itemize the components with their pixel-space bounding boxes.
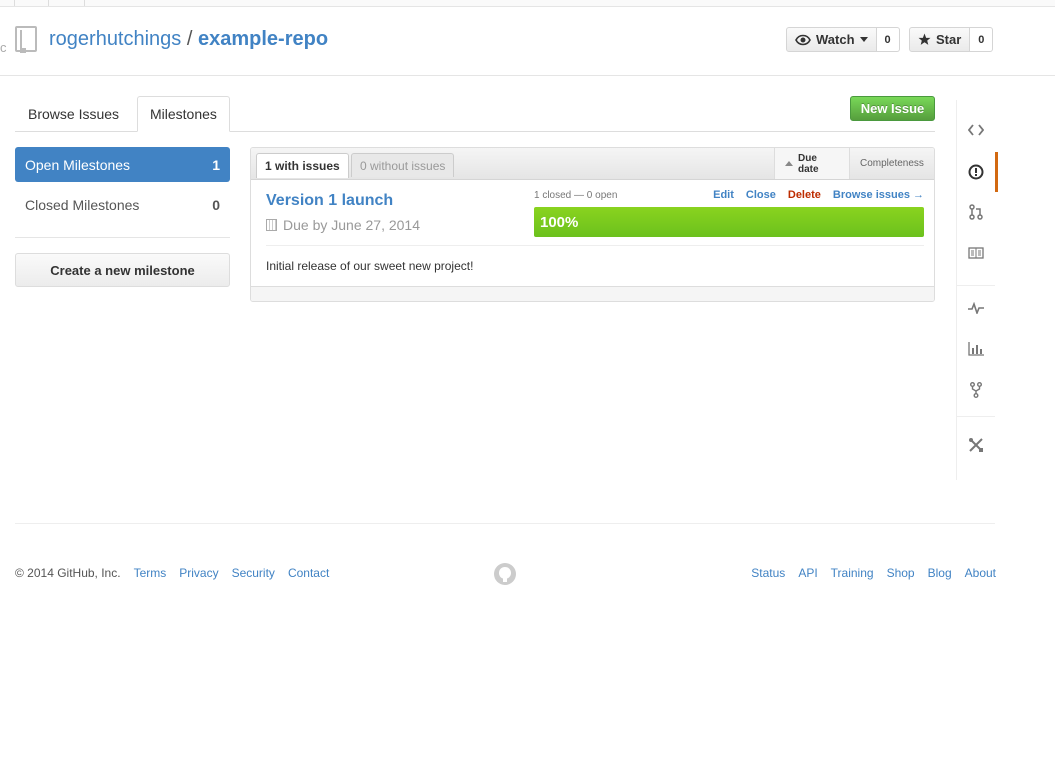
repo-name-link[interactable]: example-repo [198, 28, 328, 50]
footer-left: © 2014 GitHub, Inc. Terms Privacy Security… [15, 566, 329, 580]
edit-link[interactable]: Edit [713, 189, 734, 201]
nav-pull-requests[interactable] [957, 192, 995, 232]
panel-footer [251, 286, 934, 301]
copyright: © 2014 GitHub, Inc. [15, 566, 121, 580]
watch-count[interactable]: 0 [876, 27, 900, 52]
nav-divider [957, 416, 995, 417]
sort-completeness[interactable]: Completeness [849, 148, 934, 179]
milestone-due-date: Due by June 27, 2014 [266, 217, 420, 233]
github-logo-icon[interactable] [493, 562, 517, 586]
filter-label: Open Milestones [25, 156, 131, 173]
caret-down-icon [859, 37, 868, 42]
footer-link-shop[interactable]: Shop [887, 566, 915, 580]
top-bar-divider [48, 0, 49, 6]
browse-issues-link[interactable]: Browse issues → [833, 189, 924, 201]
issues-icon [968, 164, 984, 180]
footer-link-status[interactable]: Status [751, 566, 785, 580]
milestone-title-link[interactable]: Version 1 launch [266, 192, 393, 210]
close-link[interactable]: Close [746, 189, 776, 201]
tab-with-issues[interactable]: 1 with issues [256, 153, 349, 178]
star-button-group: Star 0 [909, 27, 994, 52]
milestone-description: Initial release of our sweet new project… [266, 259, 474, 273]
top-bar [0, 0, 1055, 7]
due-text: Due by June 27, 2014 [283, 217, 420, 233]
nav-settings[interactable] [957, 425, 995, 465]
star-count[interactable]: 0 [970, 27, 994, 52]
calendar-icon [266, 219, 277, 231]
repo-owner-link[interactable]: rogerhutchings [49, 28, 181, 50]
code-icon [968, 124, 984, 136]
top-bar-divider [84, 0, 85, 6]
repo-book-icon [15, 26, 37, 53]
footer-link-terms[interactable]: Terms [134, 566, 167, 580]
nav-graphs[interactable] [957, 329, 995, 369]
footer-link-privacy[interactable]: Privacy [179, 566, 218, 580]
tab-browse-issues[interactable]: Browse Issues [16, 96, 131, 131]
watch-label: Watch [816, 32, 855, 47]
repo-header: c rogerhutchings / example-repo Watch 0 … [0, 7, 1055, 76]
filter-count: 1 [212, 156, 220, 173]
progress-label: 100% [540, 213, 579, 231]
watch-button[interactable]: Watch [786, 27, 877, 52]
network-icon [970, 382, 982, 398]
milestone-divider [266, 245, 924, 246]
panel-header: 1 with issues 0 without issues Due date … [251, 148, 934, 180]
tab-without-issues[interactable]: 0 without issues [351, 153, 455, 177]
sort-ascending-icon [785, 161, 793, 166]
footer-link-about[interactable]: About [965, 566, 996, 580]
path-separator: / [186, 28, 193, 50]
footer-link-contact[interactable]: Contact [288, 566, 329, 580]
nav-code[interactable] [957, 110, 995, 150]
tab-milestones[interactable]: Milestones [137, 96, 230, 132]
clipped-text: c [0, 40, 7, 55]
sort-due-date[interactable]: Due date [774, 148, 849, 179]
star-icon [918, 33, 931, 45]
milestone-stats: 1 closed — 0 open [534, 190, 618, 201]
new-issue-button[interactable]: New Issue [850, 96, 935, 121]
filter-label: Closed Milestones [25, 196, 140, 213]
pull-request-icon [969, 204, 983, 220]
sidebar-divider [15, 237, 230, 238]
issues-tab-bar: Browse Issues Milestones [15, 96, 935, 132]
nav-wiki[interactable] [957, 233, 995, 273]
footer-divider [15, 523, 995, 524]
sort-label: Due date [798, 152, 819, 175]
top-bar-divider [14, 0, 15, 6]
open-milestones-filter[interactable]: Open Milestones 1 [15, 147, 230, 182]
repo-title: rogerhutchings / example-repo [49, 28, 328, 51]
nav-pulse[interactable] [957, 288, 995, 328]
watch-button-group: Watch 0 [786, 27, 900, 52]
filter-count: 0 [212, 196, 220, 213]
footer-link-api[interactable]: API [798, 566, 817, 580]
closed-milestones-filter[interactable]: Closed Milestones 0 [15, 187, 230, 222]
repo-side-nav [956, 100, 998, 480]
milestone-progress-bar: 100% [534, 207, 924, 237]
footer-link-security[interactable]: Security [232, 566, 275, 580]
footer-link-training[interactable]: Training [831, 566, 874, 580]
graphs-icon [968, 342, 984, 356]
nav-issues[interactable] [957, 152, 998, 192]
milestones-panel: 1 with issues 0 without issues Due date … [250, 147, 935, 302]
pulse-icon [968, 302, 984, 314]
create-milestone-button[interactable]: Create a new milestone [15, 253, 230, 287]
eye-icon [795, 34, 811, 45]
progress-fill: 100% [534, 207, 924, 237]
star-label: Star [936, 32, 962, 47]
milestone-actions: Edit Close Delete Browse issues → [713, 189, 924, 201]
delete-link[interactable]: Delete [788, 189, 821, 201]
nav-network[interactable] [957, 370, 995, 410]
star-button[interactable]: Star [909, 27, 971, 52]
settings-icon [969, 438, 983, 452]
footer-link-blog[interactable]: Blog [928, 566, 952, 580]
nav-divider [957, 285, 995, 286]
footer-right: Status API Training Shop Blog About [751, 566, 996, 580]
wiki-icon [968, 247, 984, 259]
